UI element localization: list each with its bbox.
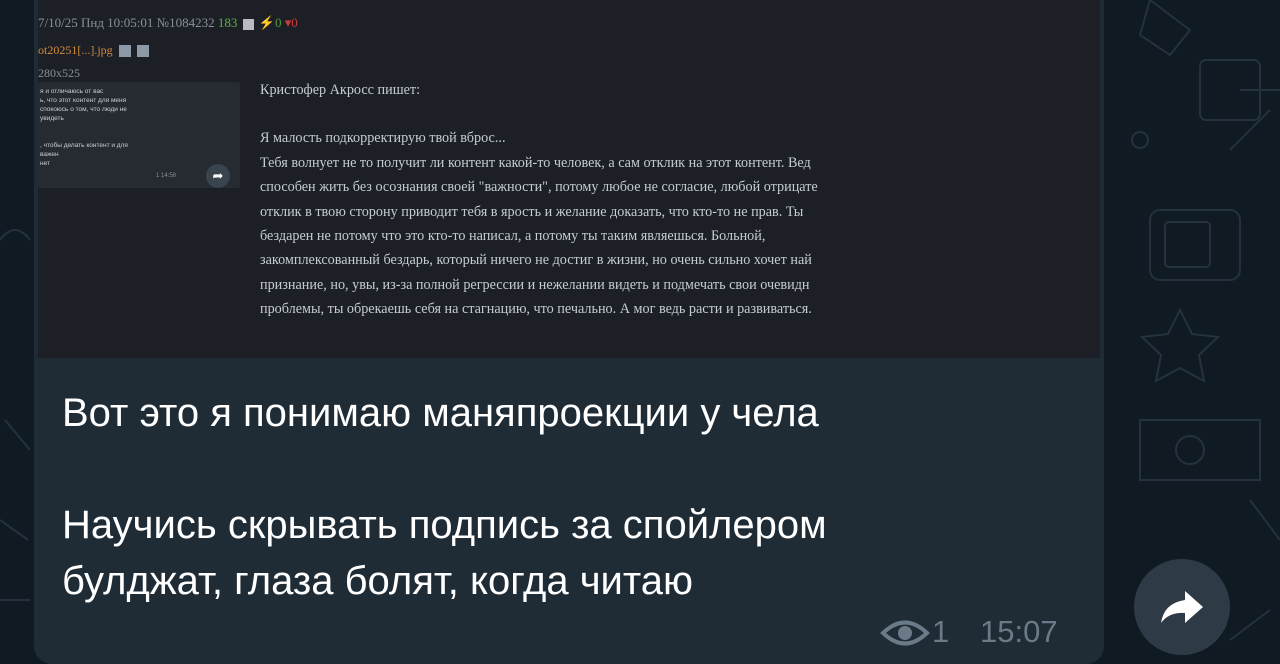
upvote-count: 0 xyxy=(275,15,282,30)
thumbnail-text: я и отличаюсь от вас xyxy=(40,88,104,95)
thumbnail-text: увидеть xyxy=(40,115,64,122)
quote-line: отклик в твою сторону приводит тебя в яр… xyxy=(260,203,804,220)
post-number: №1084232 xyxy=(156,15,215,30)
message-time: 15:07 xyxy=(980,614,1058,649)
message-line: булджат, глаза болят, когда читаю xyxy=(62,559,693,603)
play-icon xyxy=(242,18,254,30)
share-button[interactable] xyxy=(1134,559,1230,655)
thumbnail-text: спокоюсь о том, что люди не xyxy=(40,106,127,113)
thumbnail-text: , чтобы делать контент и для xyxy=(40,142,128,149)
post-filename-row: ot20251[...].jpg xyxy=(38,43,149,58)
message-line: Научись скрывать подпись за спойлером xyxy=(62,503,827,547)
quote-line: Тебя волнует не то получит ли контент ка… xyxy=(260,154,811,171)
downvote-count: 0 xyxy=(291,15,298,30)
quote-line: способен жить без осознания своей "важно… xyxy=(260,179,818,196)
thumbnail-text: важен xyxy=(40,151,59,158)
eye-icon xyxy=(880,620,930,646)
quote-line: Я малость подкорректирую твой вброс... xyxy=(260,130,506,147)
post-datetime: 7/10/25 Пнд 10:05:01 xyxy=(38,15,154,30)
thumbnail-share-icon: ➦ xyxy=(206,164,230,188)
post-quote: Кристофер Акросс пишет: Я малость подкор… xyxy=(260,78,1100,322)
thumbnail-text: нет xyxy=(40,160,50,167)
post-thumbnail: я и отличаюсь от вас ь, что этот контент… xyxy=(38,82,240,188)
share-arrow-icon xyxy=(1161,591,1203,623)
message-text: Вот это я понимаю маняпроекции у чела На… xyxy=(62,385,1082,609)
quote-author: Кристофер Акросс пишет: xyxy=(260,82,421,98)
search-icon xyxy=(118,45,131,58)
thumbnail-text: ь, что этот контент для меня xyxy=(40,97,127,104)
post-dimensions: 280x525 xyxy=(38,66,80,80)
thumbnail-meta: 1 14:58 xyxy=(156,173,177,179)
post-header: 7/10/25 Пнд 10:05:01 №1084232 183 ⚡0 ▾0 xyxy=(38,15,298,35)
message-meta: 1 15:07 xyxy=(880,612,1080,656)
upvote-icon: ⚡ xyxy=(258,15,276,30)
post-filename: ot20251[...].jpg xyxy=(38,43,113,57)
quote-line: признание, но, увы, из-за полной регресс… xyxy=(260,276,810,293)
post-views: 183 xyxy=(217,15,238,30)
quote-line: закомплексованный бездарь, который ничег… xyxy=(260,252,812,269)
message-line: Вот это я понимаю маняпроекции у чела xyxy=(62,391,819,435)
forwarded-post-image[interactable]: 7/10/25 Пнд 10:05:01 №1084232 183 ⚡0 ▾0 … xyxy=(38,0,1100,358)
view-count: 1 xyxy=(932,614,950,649)
quote-line: проблемы, ты обрекаешь себя на стагнацию… xyxy=(260,301,812,318)
quote-line: бездарен не потому что это кто-то написа… xyxy=(260,228,766,245)
download-icon xyxy=(136,45,149,58)
